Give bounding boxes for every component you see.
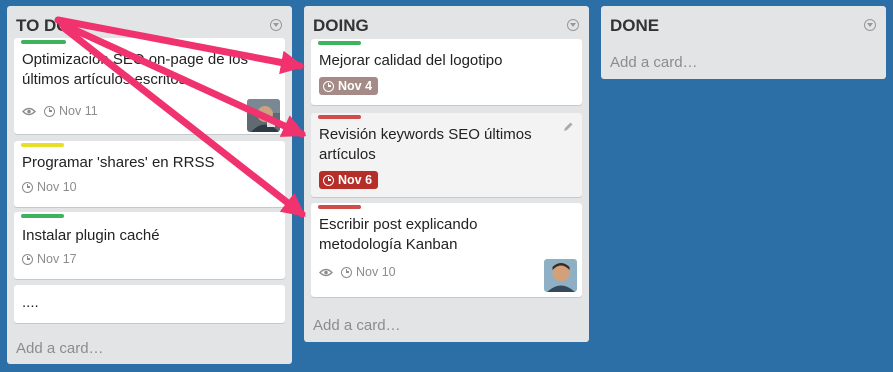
clock-icon — [323, 80, 334, 92]
pencil-icon[interactable] — [562, 121, 574, 133]
card-todo-4[interactable]: .... — [14, 285, 285, 323]
card-title: Mejorar calidad del logotipo — [319, 52, 503, 69]
list-title-doing[interactable]: DOING — [313, 16, 369, 36]
eye-icon — [22, 107, 36, 115]
card-title: Instalar plugin caché — [22, 227, 160, 244]
due-date-badge: Nov 11 — [44, 104, 98, 118]
kanban-board: TO DO Optimización SEO on-page de los úl… — [0, 0, 893, 372]
card-title: Programar 'shares' en RRSS — [22, 154, 215, 171]
card-title: Optimización SEO on-page de los últimos … — [22, 51, 248, 88]
due-date-badge: Nov 6 — [319, 171, 379, 189]
list-title-todo[interactable]: TO DO — [16, 16, 70, 36]
card-badges: Nov 4 — [319, 77, 379, 95]
label-green — [21, 40, 66, 44]
label-red — [318, 115, 361, 119]
label-green — [21, 214, 64, 218]
clock-icon — [22, 181, 33, 193]
eye-icon — [319, 268, 333, 276]
avatar — [247, 99, 280, 132]
card-badges: Nov 11 — [22, 104, 98, 118]
card-badges: Nov 6 — [319, 171, 379, 189]
add-card-link[interactable]: Add a card… — [313, 317, 401, 334]
add-card-link[interactable]: Add a card… — [610, 54, 698, 71]
clock-icon — [44, 105, 55, 117]
due-date-badge: Nov 17 — [22, 252, 77, 266]
card-todo-2[interactable]: Programar 'shares' en RRSS Nov 10 — [14, 141, 285, 207]
clock-icon — [22, 253, 33, 265]
due-date: Nov 10 — [356, 265, 396, 279]
list-done: DONE Add a card… — [601, 6, 886, 79]
clock-icon — [323, 174, 334, 186]
card-badges: Nov 17 — [22, 252, 77, 266]
label-green — [318, 41, 361, 45]
due-date-badge: Nov 10 — [22, 180, 77, 194]
card-doing-2[interactable]: Revisión keywords SEO últimos artículos … — [311, 113, 582, 197]
card-title: Revisión keywords SEO últimos artículos — [319, 126, 532, 163]
due-date: Nov 17 — [37, 252, 77, 266]
due-date: Nov 10 — [37, 180, 77, 194]
due-date: Nov 4 — [338, 79, 373, 93]
due-date-badge: Nov 4 — [319, 77, 379, 95]
avatar — [544, 259, 577, 292]
list-menu-icon[interactable] — [567, 19, 579, 31]
card-title: .... — [22, 294, 39, 311]
card-doing-3[interactable]: Escribir post explicando metodología Kan… — [311, 203, 582, 297]
card-todo-3[interactable]: Instalar plugin caché Nov 17 — [14, 212, 285, 279]
due-date: Nov 6 — [338, 173, 373, 187]
card-badges: Nov 10 — [22, 180, 77, 194]
list-title-done[interactable]: DONE — [610, 16, 659, 36]
add-card-link[interactable]: Add a card… — [16, 340, 104, 357]
label-yellow — [21, 143, 64, 147]
card-title: Escribir post explicando metodología Kan… — [319, 216, 478, 253]
card-badges: Nov 10 — [319, 265, 396, 279]
label-red — [318, 205, 361, 209]
card-doing-1[interactable]: Mejorar calidad del logotipo Nov 4 — [311, 39, 582, 105]
due-date-badge: Nov 10 — [341, 265, 396, 279]
clock-icon — [341, 266, 352, 278]
list-menu-icon[interactable] — [864, 19, 876, 31]
list-menu-icon[interactable] — [270, 19, 282, 31]
card-todo-1[interactable]: Optimización SEO on-page de los últimos … — [14, 38, 285, 134]
list-todo: TO DO Optimización SEO on-page de los úl… — [7, 6, 292, 364]
due-date: Nov 11 — [59, 104, 98, 118]
list-doing: DOING Mejorar calidad del logotipo Nov 4… — [304, 6, 589, 342]
